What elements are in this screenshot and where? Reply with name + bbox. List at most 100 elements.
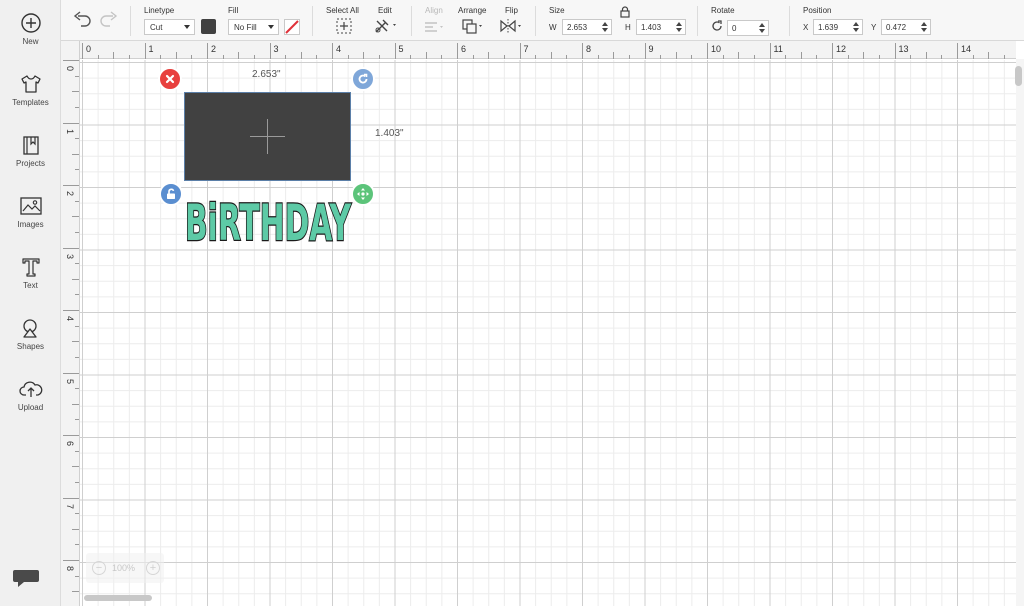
birthday-text-art[interactable]: BiRTHDAY <box>182 182 354 246</box>
position-y-value: 0.472 <box>886 23 907 32</box>
height-value: 1.403 <box>641 23 662 32</box>
lock-icon[interactable] <box>620 6 630 18</box>
position-y-input[interactable]: 0.472 <box>881 19 931 35</box>
left-ruler[interactable]: 0 1 2 3 4 5 6 7 8 <box>61 41 80 606</box>
ruler-minor-tick <box>72 403 79 405</box>
close-icon <box>165 74 175 84</box>
arrange-label: Arrange <box>458 6 487 15</box>
ruler-major-tick <box>769 43 771 59</box>
ruler-major-tick <box>394 43 396 59</box>
ruler-minor-tick <box>75 356 79 358</box>
ruler-minor-tick <box>550 52 552 59</box>
ruler-minor-tick <box>738 52 740 59</box>
vertical-scrollbar-track[interactable] <box>1016 59 1024 606</box>
height-input[interactable]: 1.403 <box>636 19 686 35</box>
ruler-label: 1 <box>65 128 75 134</box>
redo-icon[interactable] <box>99 11 119 29</box>
ruler-minor-tick <box>816 55 818 59</box>
linetype-select[interactable]: Cut <box>144 19 195 35</box>
fill-select[interactable]: No Fill <box>228 19 279 35</box>
ruler-label: 6 <box>461 44 467 54</box>
ruler-major-tick <box>63 247 79 249</box>
ruler-label: 3 <box>65 253 75 259</box>
ruler-minor-tick <box>72 591 79 593</box>
ruler-minor-tick <box>300 52 302 59</box>
stepper-icon[interactable] <box>759 23 765 34</box>
ruler-minor-tick <box>75 544 79 546</box>
horizontal-scrollbar-thumb[interactable] <box>84 595 152 601</box>
flip-icon[interactable] <box>499 18 525 34</box>
sidebar-item-projects[interactable]: Projects <box>0 134 61 190</box>
sidebar-item-label: Shapes <box>16 342 45 351</box>
stepper-icon[interactable] <box>602 22 608 33</box>
sidebar-item-text[interactable]: Text <box>0 256 61 312</box>
shapes-icon <box>22 319 37 338</box>
sidebar-item-upload[interactable]: Upload <box>0 378 61 434</box>
ruler-major-tick <box>63 122 79 124</box>
left-sidebar: New Templates Projects Images Text Shape… <box>0 0 61 606</box>
stepper-icon[interactable] <box>921 22 927 33</box>
ruler-major-tick <box>332 43 333 59</box>
ruler-major-tick <box>957 43 958 59</box>
select-all-icon[interactable] <box>336 18 352 34</box>
no-fill-swatch-icon[interactable] <box>284 19 300 35</box>
sidebar-item-shapes[interactable]: Shapes <box>0 317 61 373</box>
center-crosshair <box>267 119 268 154</box>
ruler-label: 2 <box>65 191 75 197</box>
sidebar-item-new[interactable]: New <box>0 12 61 68</box>
position-x-input[interactable]: 1.639 <box>813 19 863 35</box>
ruler-minor-tick <box>691 55 693 59</box>
arrange-icon[interactable] <box>461 18 485 34</box>
ruler-minor-tick <box>628 55 630 59</box>
ruler-minor-tick <box>972 55 974 59</box>
delete-handle[interactable] <box>158 67 182 91</box>
rotate-label: Rotate <box>711 6 735 15</box>
undo-icon[interactable] <box>72 11 92 29</box>
ruler-minor-tick <box>878 55 880 59</box>
ruler-minor-tick <box>72 216 79 218</box>
ruler-major-tick <box>63 435 79 436</box>
ruler-minor-tick <box>97 55 99 59</box>
fill-value: No Fill <box>234 23 257 32</box>
ruler-label: 6 <box>65 441 75 447</box>
top-toolbar: Linetype Cut Fill No Fill Select All Edi… <box>61 0 1024 41</box>
ruler-minor-tick <box>566 55 568 59</box>
width-input[interactable]: 2.653 <box>562 19 612 35</box>
edit-tools-icon[interactable] <box>374 18 398 34</box>
y-axis-label: Y <box>871 23 877 32</box>
ruler-minor-tick <box>910 55 912 59</box>
ruler-minor-tick <box>75 263 79 265</box>
rotate-input[interactable]: 0 <box>727 20 769 36</box>
stepper-icon[interactable] <box>676 22 682 33</box>
sidebar-item-images[interactable]: Images <box>0 195 61 251</box>
ruler-minor-tick <box>128 55 130 59</box>
ruler-minor-tick <box>613 52 615 59</box>
zoom-in-button[interactable]: + <box>146 561 160 575</box>
ruler-major-tick <box>63 310 79 311</box>
chat-bubble-icon[interactable] <box>12 566 40 590</box>
rotate-icon <box>712 20 722 31</box>
linetype-value: Cut <box>150 23 163 32</box>
ruler-minor-tick <box>347 55 349 59</box>
ruler-major-tick <box>832 43 833 59</box>
ruler-major-tick <box>269 43 271 59</box>
unlock-icon <box>167 188 175 199</box>
stepper-icon[interactable] <box>853 22 859 33</box>
resize-handle[interactable] <box>351 182 375 206</box>
zoom-out-button[interactable]: − <box>92 561 106 575</box>
height-axis-label: H <box>625 23 631 32</box>
flip-label: Flip <box>505 6 518 15</box>
sidebar-item-templates[interactable]: Templates <box>0 73 61 129</box>
rotate-handle[interactable] <box>351 67 375 91</box>
ruler-major-tick <box>894 43 896 59</box>
toolbar-divider <box>312 6 313 36</box>
ruler-label: 11 <box>773 44 783 54</box>
ruler-minor-tick <box>925 52 927 59</box>
bookmark-book-icon <box>22 136 39 155</box>
top-ruler[interactable]: 0 1 2 3 4 5 6 7 8 9 10 11 12 13 14 <box>80 41 1016 59</box>
ruler-minor-tick <box>285 55 287 59</box>
ruler-minor-tick <box>75 75 79 77</box>
linetype-color-swatch[interactable] <box>201 19 216 34</box>
lock-proportions-handle[interactable] <box>159 182 183 206</box>
vertical-scrollbar-thumb[interactable] <box>1015 66 1022 86</box>
